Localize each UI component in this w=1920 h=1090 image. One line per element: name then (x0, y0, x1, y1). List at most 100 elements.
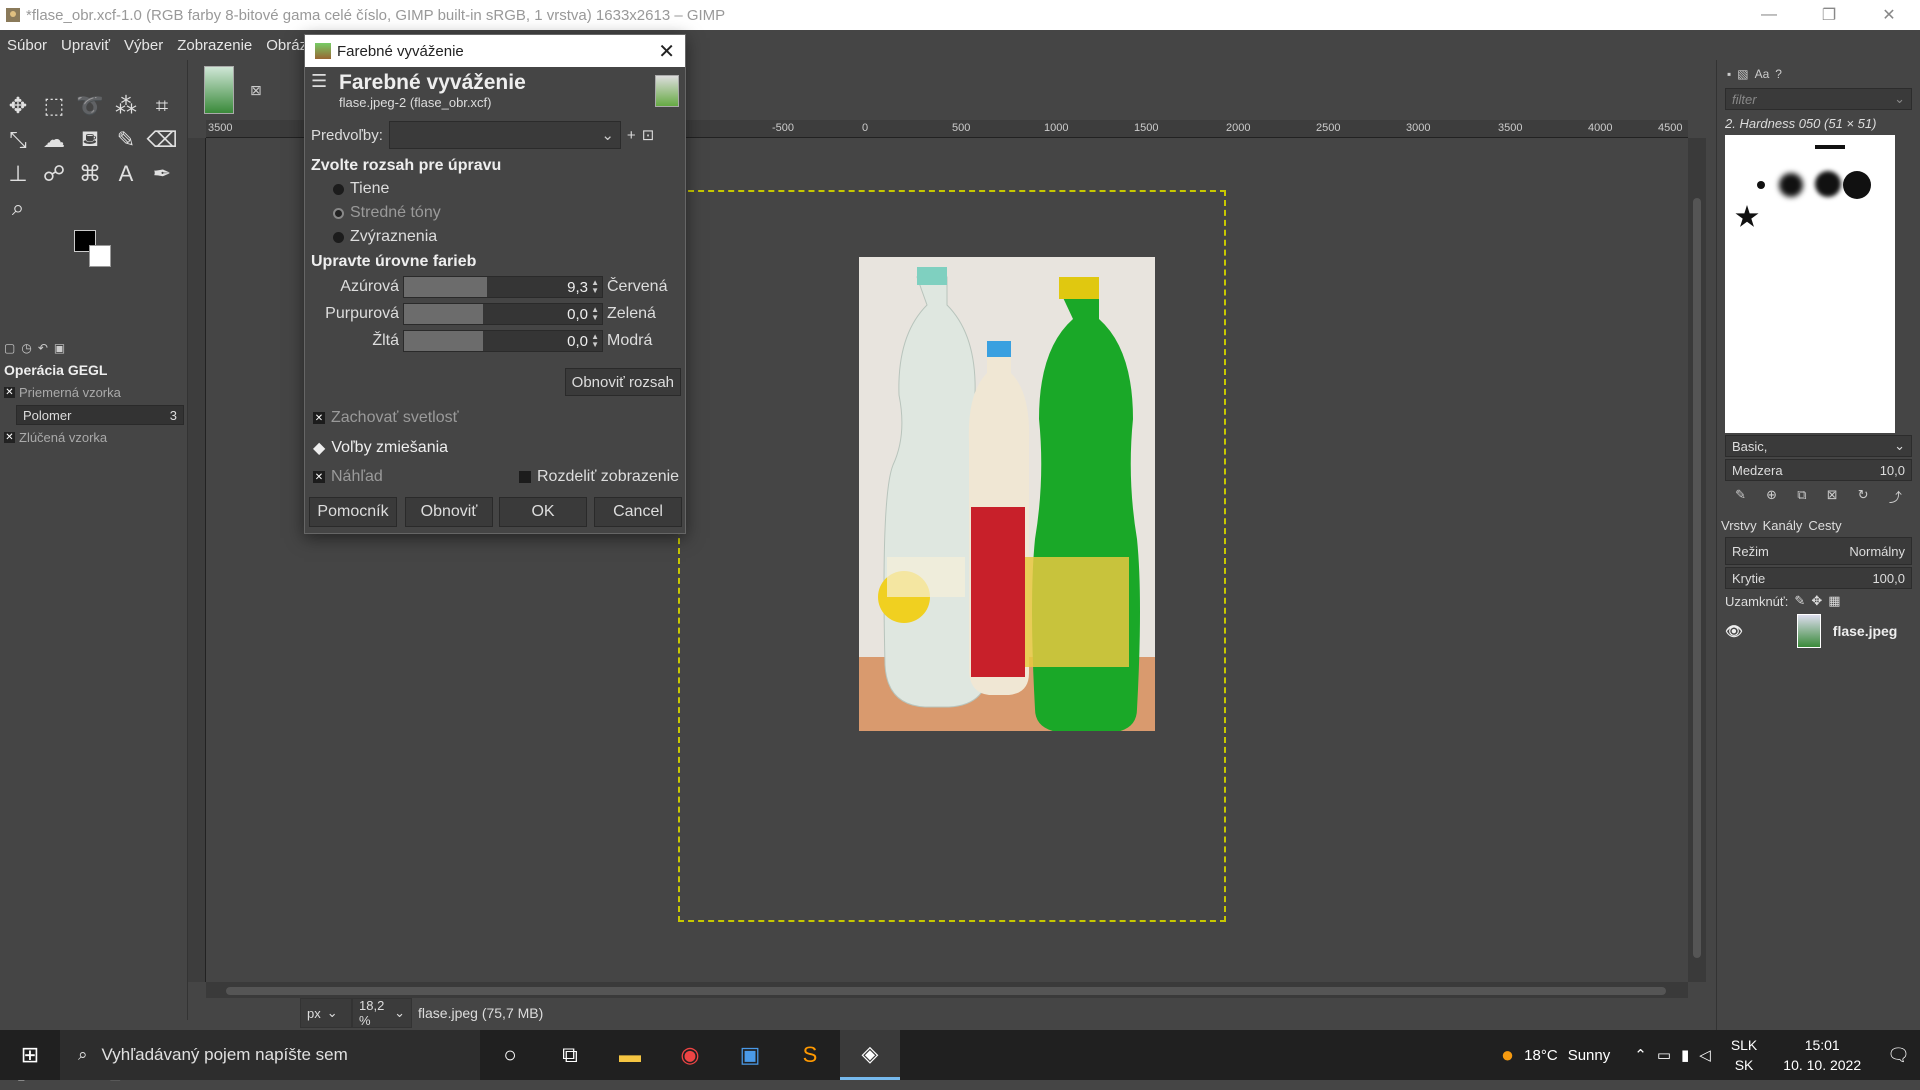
brush-item[interactable] (1843, 171, 1871, 199)
gimp-taskbar-icon[interactable]: ◈ (840, 1030, 900, 1080)
crop-tool-icon[interactable]: ⌗ (146, 90, 178, 122)
new-brush-icon[interactable]: ⊕ (1766, 487, 1777, 506)
brush-grid[interactable] (1725, 135, 1895, 433)
delete-brush-icon[interactable]: ⊠ (1827, 487, 1838, 506)
move-tool-icon[interactable]: ✥ (2, 90, 34, 122)
blend-options-expander[interactable]: ◆ Voľby zmiešania (313, 438, 448, 458)
yellow-blue-value[interactable]: 0,0 (567, 333, 588, 350)
image-tab-thumbnail[interactable] (204, 66, 234, 114)
spin-arrows-icon[interactable]: ▲ ▼ (591, 332, 599, 349)
vertical-ruler[interactable] (188, 138, 206, 982)
clone-tool-icon[interactable]: ⊥ (2, 158, 34, 190)
windows-start-icon[interactable]: ⊞ (0, 1030, 60, 1080)
sample-merged-option[interactable]: ✕ Zlúčená vzorka (0, 427, 188, 448)
minimize-button[interactable]: — (1740, 0, 1798, 30)
chrome-icon[interactable]: ◉ (660, 1030, 720, 1080)
battery-icon[interactable]: ▮ (1681, 1046, 1689, 1064)
text-tool-icon[interactable]: A (110, 158, 142, 190)
magenta-green-value[interactable]: 0,0 (567, 306, 588, 323)
rect-select-tool-icon[interactable]: ⬚ (38, 90, 70, 122)
refresh-brushes-icon[interactable]: ↻ (1858, 487, 1869, 506)
language-indicator[interactable]: SLK SK (1731, 1035, 1757, 1075)
paintbrush-tool-icon[interactable]: ✎ (110, 124, 142, 156)
lasso-tool-icon[interactable]: ➰ (74, 90, 106, 122)
menu-file[interactable]: Súbor (0, 37, 54, 54)
sample-average-option[interactable]: ✕ Priemerná vzorka (0, 382, 188, 403)
eraser-tool-icon[interactable]: ⌫ (146, 124, 178, 156)
layer-mode-selector[interactable]: Režim Normálny (1725, 537, 1912, 565)
ok-button[interactable]: OK (499, 497, 587, 527)
lock-alpha-icon[interactable]: ▦ (1828, 593, 1840, 609)
chevron-up-icon[interactable]: ⌃ (1634, 1046, 1647, 1064)
tab-paths[interactable]: Cesty (1808, 518, 1841, 533)
radius-field[interactable]: Polomer 3 (16, 405, 184, 425)
tool-options-tab-icon[interactable]: ▢ (4, 341, 15, 355)
tab-channels[interactable]: Kanály (1763, 518, 1803, 533)
split-view-checkbox[interactable] (519, 471, 531, 483)
brush-filter-input[interactable]: filter ⌄ (1725, 88, 1912, 110)
dialog-close-icon[interactable]: ✕ (658, 39, 675, 64)
weather-sun-icon[interactable]: ● (1501, 1042, 1514, 1068)
weather-temp[interactable]: 18°C (1524, 1047, 1558, 1064)
transform-tool-icon[interactable]: ⤡ (2, 124, 34, 156)
undo-history-tab-icon[interactable]: ↶ (38, 341, 48, 355)
maximize-button[interactable]: ❐ (1800, 0, 1858, 30)
clock[interactable]: 15:01 10. 10. 2022 (1783, 1035, 1861, 1075)
cyan-red-value[interactable]: 9,3 (567, 279, 588, 296)
preview-option[interactable]: ✕ Náhľad (313, 468, 383, 486)
brush-set-selector[interactable]: Basic, ⌄ (1725, 435, 1912, 457)
images-tab-icon[interactable]: ▣ (54, 341, 65, 355)
taskbar-search[interactable]: ⌕ Vyhľadávaný pojem napíšte sem (60, 1030, 480, 1080)
reset-button[interactable]: Obnoviť (405, 497, 493, 527)
bucket-fill-tool-icon[interactable]: ⛾ (74, 124, 106, 156)
warp-tool-icon[interactable]: ☁ (38, 124, 70, 156)
patterns-tab-icon[interactable]: ▧ (1737, 67, 1748, 81)
brushes-tab-icon[interactable]: ▪ (1727, 67, 1731, 81)
task-view-icon[interactable]: ⧉ (540, 1030, 600, 1080)
yellow-blue-slider[interactable]: 0,0 ▲ ▼ (403, 329, 603, 352)
brush-item[interactable] (1757, 181, 1765, 189)
edit-brush-icon[interactable]: ✎ (1735, 487, 1746, 506)
menu-edit[interactable]: Upraviť (54, 37, 117, 54)
volume-icon[interactable]: ◁ (1699, 1046, 1711, 1064)
menu-view[interactable]: Zobrazenie (170, 37, 259, 54)
preserve-luminosity-option[interactable]: ✕ Zachovať svetlosť (313, 409, 459, 427)
cortana-icon[interactable]: ○ (480, 1030, 540, 1080)
store-icon[interactable]: ▣ (720, 1030, 780, 1080)
lock-pixels-icon[interactable]: ✎ (1794, 593, 1805, 609)
zoom-tool-icon[interactable]: ⌕ (2, 192, 34, 224)
cancel-button[interactable]: Cancel (594, 497, 682, 527)
paths-tool-icon[interactable]: ⌘ (74, 158, 106, 190)
color-picker-tool-icon[interactable]: ✒ (146, 158, 178, 190)
radio-highlights[interactable]: Zvýraznenia (305, 225, 685, 249)
lock-position-icon[interactable]: ✥ (1811, 593, 1822, 609)
preview-checkbox[interactable]: ✕ (313, 471, 325, 483)
spin-arrows-icon[interactable]: ▲ ▼ (591, 305, 599, 322)
background-color-swatch[interactable] (89, 245, 111, 267)
layer-row[interactable]: 👁 flase.jpeg (1717, 611, 1920, 651)
file-explorer-icon[interactable]: ▬ (600, 1030, 660, 1080)
magenta-green-slider[interactable]: 0,0 ▲ ▼ (403, 302, 603, 325)
document-history-tab-icon[interactable]: ? (1775, 67, 1782, 81)
unit-selector[interactable]: px ⌄ (300, 998, 352, 1028)
device-status-tab-icon[interactable]: ◷ (21, 341, 31, 355)
sample-average-checkbox[interactable]: ✕ (4, 387, 15, 398)
zoom-selector[interactable]: 18,2 % ⌄ (352, 998, 412, 1028)
sublime-icon[interactable]: S (780, 1030, 840, 1080)
brush-item[interactable] (1735, 205, 1759, 227)
brush-item[interactable] (1815, 145, 1845, 149)
close-button[interactable]: ✕ (1860, 0, 1918, 30)
brush-item[interactable] (1815, 171, 1841, 197)
preset-menu-icon[interactable]: ⊡ (642, 126, 655, 144)
menu-select[interactable]: Výber (117, 37, 170, 54)
close-image-tab-icon[interactable]: ⊠ (250, 82, 262, 99)
duplicate-brush-icon[interactable]: ⧉ (1797, 487, 1806, 506)
reset-range-button[interactable]: Obnoviť rozsah (564, 368, 681, 396)
notifications-icon[interactable]: 🗨 (1887, 1045, 1910, 1066)
spin-arrows-icon[interactable]: ▲ ▼ (591, 278, 599, 295)
preserve-luminosity-checkbox[interactable]: ✕ (313, 412, 325, 424)
visibility-eye-icon[interactable]: 👁 (1725, 623, 1743, 640)
spacing-field[interactable]: Medzera 10,0 (1725, 459, 1912, 481)
smudge-tool-icon[interactable]: ☍ (38, 158, 70, 190)
presets-combo[interactable]: ⌄ (388, 121, 621, 149)
